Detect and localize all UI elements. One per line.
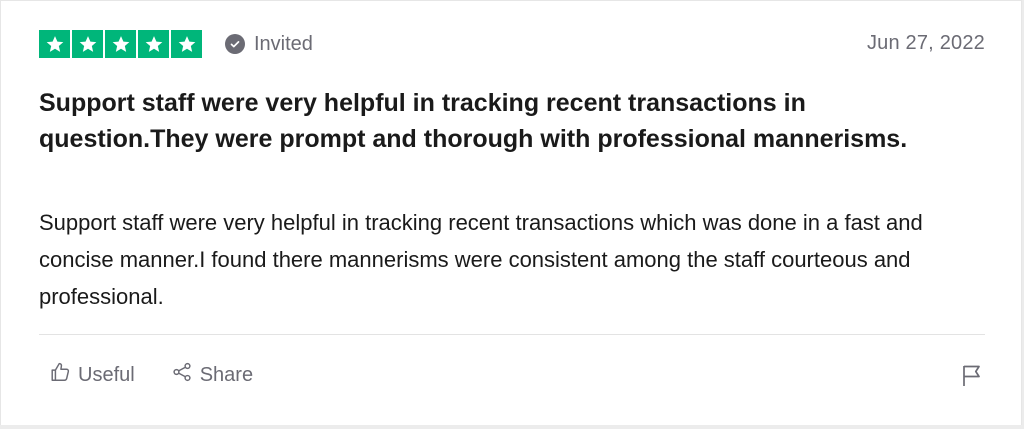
star-icon [171, 30, 202, 58]
review-actions: Useful Share [49, 361, 253, 389]
share-label: Share [199, 363, 254, 386]
star-icon [105, 30, 136, 58]
invited-badge: Invited [225, 31, 313, 57]
review-date: Jun 27, 2022 [866, 32, 985, 54]
useful-button[interactable]: Useful [49, 361, 135, 389]
review-card: Invited Jun 27, 2022 Support staff were … [0, 0, 1022, 425]
share-icon [171, 361, 193, 389]
star-rating [39, 30, 202, 58]
divider [39, 334, 985, 335]
review-title: Support staff were very helpful in track… [39, 89, 908, 153]
share-button[interactable]: Share [171, 361, 253, 389]
invited-label: Invited [254, 32, 313, 55]
flag-icon [963, 365, 980, 386]
star-icon [72, 30, 103, 58]
useful-label: Useful [78, 363, 135, 386]
thumbs-up-icon [49, 361, 71, 389]
review-body: Support staff were very helpful in track… [39, 210, 923, 309]
star-icon [39, 30, 70, 58]
check-circle-icon [225, 34, 245, 54]
star-icon [138, 30, 169, 58]
report-flag-button[interactable] [961, 363, 983, 387]
